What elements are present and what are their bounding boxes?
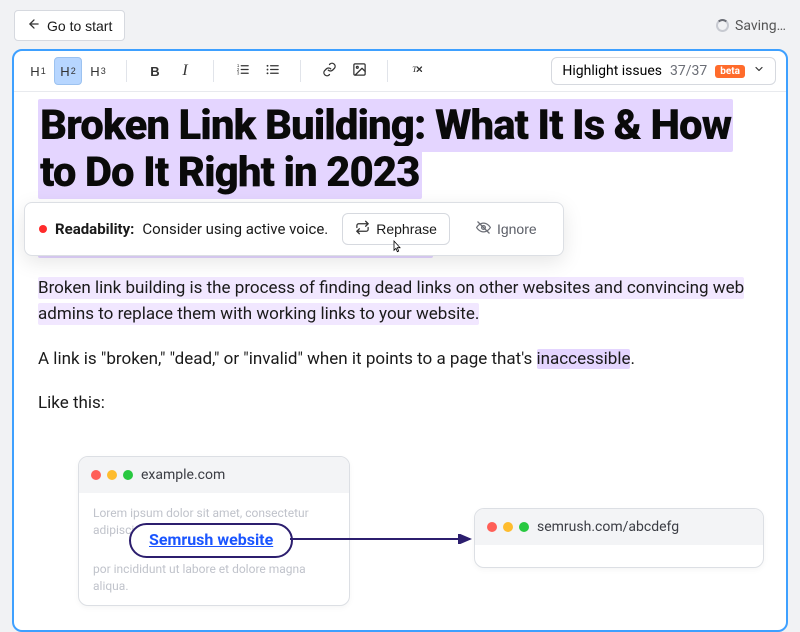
rephrase-label: Rephrase [376,221,437,237]
image-button[interactable] [345,57,373,85]
link-chip: Semrush website [129,523,293,557]
severity-dot-icon [39,225,47,233]
svg-text:T: T [412,64,418,74]
paragraph: Broken link building is the process of f… [38,275,762,328]
arrow-icon [290,482,480,522]
browser-mock-left: example.com Lorem ipsum dolor sit amet, … [78,456,350,606]
ordered-list-button[interactable]: 123 [228,57,256,85]
ordered-list-icon: 123 [235,62,250,80]
document-body[interactable]: Broken Link Building: What It Is & How t… [14,92,786,630]
page-title: Broken Link Building: What It Is & How t… [38,102,762,196]
style-group: B I [141,57,199,85]
issue-label: Readability: Consider using active voice… [39,220,328,238]
lorem-text: por incididunt ut labore et dolore magna… [93,561,335,595]
image-icon [352,62,367,80]
link-button[interactable] [315,57,343,85]
cursor-pointer-icon [388,239,404,258]
paragraph: Like this: [38,390,762,416]
issue-popup: Readability: Consider using active voice… [24,202,564,256]
bullet-list-button[interactable] [258,57,286,85]
issue-category: Readability: [55,220,134,238]
h3-button[interactable]: H3 [84,57,112,85]
beta-badge: beta [715,65,745,78]
browser-mock-right: semrush.com/abcdefg [474,508,764,568]
insert-group [315,57,373,85]
eye-off-icon [476,220,491,238]
svg-text:3: 3 [236,71,239,76]
arrow-left-icon [27,17,41,34]
chevron-down-icon [753,63,765,79]
issue-message: Consider using active voice. [142,220,328,238]
saving-status: Saving… [716,18,786,34]
divider [126,60,127,82]
arrow-icon [290,534,480,544]
divider [213,60,214,82]
address-text: semrush.com/abcdefg [537,519,679,535]
go-to-start-button[interactable]: Go to start [14,10,125,41]
bullet-list-icon [265,62,280,80]
rephrase-button[interactable]: Rephrase [342,213,450,245]
ignore-label: Ignore [497,221,537,237]
divider [387,60,388,82]
clear-format-button[interactable]: T [402,57,430,85]
h1-button[interactable]: H1 [24,57,52,85]
highlight-issues-count: 37/37 [670,63,707,79]
traffic-lights-icon [91,470,133,480]
link-icon [322,62,337,80]
address-text: example.com [141,467,225,483]
spinner-icon [716,19,729,32]
toolbar: H1 H2 H3 B I 123 T [14,51,786,92]
heading-group: H1 H2 H3 [24,57,112,85]
clear-format-icon: T [409,62,424,80]
ignore-button[interactable]: Ignore [464,214,549,244]
highlight-issues-label: Highlight issues [562,63,662,79]
traffic-lights-icon [487,522,529,532]
editor-card: H1 H2 H3 B I 123 T [12,49,788,632]
paragraph: A link is "broken," "dead," or "invalid"… [38,346,762,372]
go-to-start-label: Go to start [47,18,112,34]
list-group: 123 [228,57,286,85]
illustration: example.com Lorem ipsum dolor sit amet, … [38,456,762,606]
divider [300,60,301,82]
highlight-issues-dropdown[interactable]: Highlight issues 37/37 beta [551,57,776,85]
italic-button[interactable]: I [171,57,199,85]
saving-label: Saving… [735,18,786,34]
refresh-icon [355,220,370,238]
h2-button[interactable]: H2 [54,57,82,85]
bold-button[interactable]: B [141,57,169,85]
